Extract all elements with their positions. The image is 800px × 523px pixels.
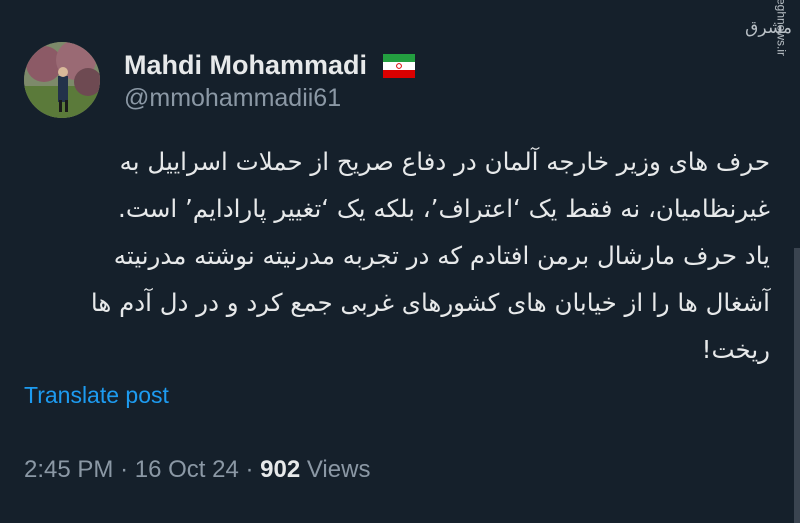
watermark: مشرق mashreghnews.ir xyxy=(745,0,798,128)
scrollbar[interactable] xyxy=(794,248,800,523)
post-text: حرف های وزیر خارجه آلمان در دفاع صریح از… xyxy=(90,147,770,364)
iran-flag-icon xyxy=(383,54,415,78)
display-name[interactable]: Mahdi Mohammadi xyxy=(124,50,367,81)
translate-post-link[interactable]: Translate post xyxy=(24,382,169,409)
separator: · xyxy=(120,456,129,483)
post-metadata: 2:45 PM · 16 Oct 24 · 902 Views xyxy=(24,456,370,484)
post-time[interactable]: 2:45 PM xyxy=(24,456,113,483)
views-count: 902 xyxy=(260,456,301,483)
avatar[interactable] xyxy=(24,42,100,118)
views-label: Views xyxy=(306,456,371,483)
post-date[interactable]: 16 Oct 24 xyxy=(135,456,239,483)
user-handle[interactable]: @mmohammadii61 xyxy=(124,84,341,113)
watermark-site: mashreghnews.ir xyxy=(774,0,788,56)
separator: · xyxy=(245,456,254,483)
